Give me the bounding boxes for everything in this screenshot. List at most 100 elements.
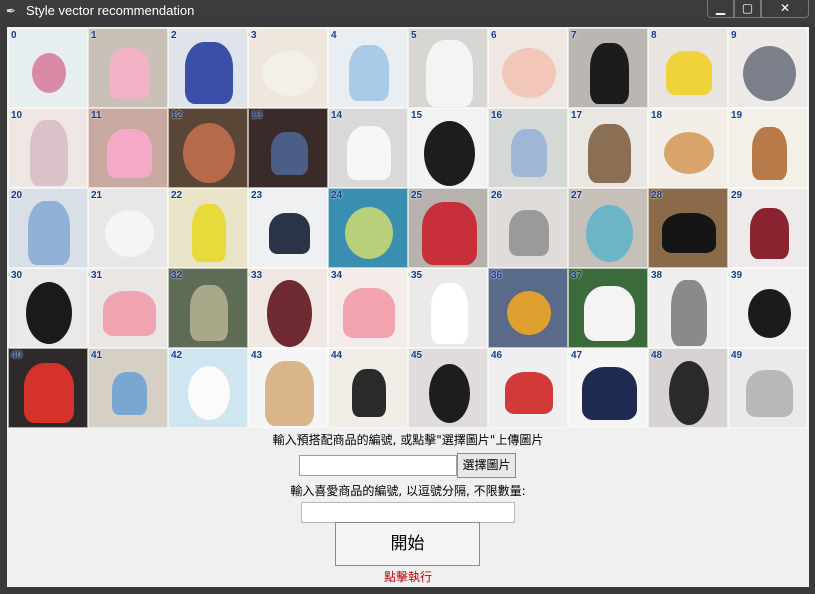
product-number: 28 — [651, 190, 663, 201]
product-tile: 45 — [408, 348, 488, 428]
product-tile: 35 — [408, 268, 488, 348]
product-number: 31 — [91, 270, 103, 281]
product-tile: 40 — [8, 348, 88, 428]
product-number: 26 — [491, 190, 503, 201]
product-image — [666, 51, 712, 95]
product-image — [509, 210, 549, 256]
product-grid: 0 1 2 3 4 5 6 7 8 9 10 11 12 13 14 15 16 17 18 19 20 21 22 23 24… — [8, 28, 808, 428]
product-tile: 1 — [88, 28, 168, 108]
product-image — [585, 204, 633, 262]
product-image — [266, 279, 312, 347]
product-number: 38 — [651, 270, 663, 281]
product-number: 40 — [11, 350, 23, 361]
product-image — [185, 42, 233, 104]
product-tile: 32 — [168, 268, 248, 348]
feather-icon: ✒ — [6, 4, 17, 18]
product-image — [671, 280, 707, 346]
product-image — [192, 204, 226, 262]
close-button[interactable]: ✕ — [761, 0, 809, 18]
product-tile: 34 — [328, 268, 408, 348]
product-number: 34 — [331, 270, 343, 281]
product-tile: 30 — [8, 268, 88, 348]
product-tile: 44 — [328, 348, 408, 428]
title-bar[interactable]: ✒ Style vector recommendation ▁ ▢ ✕ — [0, 0, 815, 22]
product-image — [751, 126, 787, 180]
product-image — [507, 291, 551, 335]
product-tile: 8 — [648, 28, 728, 108]
product-number: 27 — [571, 190, 583, 201]
product-number: 9 — [731, 30, 737, 41]
product-number: 16 — [491, 110, 503, 121]
product-tile: 29 — [728, 188, 808, 268]
product-image — [425, 39, 473, 107]
product-number: 4 — [331, 30, 337, 41]
product-image — [24, 363, 74, 423]
product-tile: 49 — [728, 348, 808, 428]
minimize-button[interactable]: ▁ — [707, 0, 734, 18]
product-tile: 26 — [488, 188, 568, 268]
product-tile: 22 — [168, 188, 248, 268]
product-number: 10 — [11, 110, 23, 121]
product-number: 5 — [411, 30, 417, 41]
product-tile: 21 — [88, 188, 168, 268]
product-tile: 9 — [728, 28, 808, 108]
product-image — [347, 126, 391, 180]
product-number: 32 — [171, 270, 183, 281]
product-image — [188, 366, 230, 420]
product-image — [104, 209, 154, 257]
product-number: 25 — [411, 190, 423, 201]
product-image — [742, 45, 796, 101]
product-image — [428, 363, 470, 423]
product-image — [421, 201, 477, 265]
product-tile: 46 — [488, 348, 568, 428]
product-tile: 41 — [88, 348, 168, 428]
product-image — [430, 282, 468, 344]
product-number: 37 — [571, 270, 583, 281]
product-tile: 14 — [328, 108, 408, 188]
product-number: 2 — [171, 30, 177, 41]
product-image — [581, 366, 637, 420]
product-image — [102, 290, 156, 336]
product-number-input[interactable] — [299, 455, 457, 476]
maximize-button[interactable]: ▢ — [734, 0, 761, 18]
product-image — [747, 288, 791, 338]
product-number: 30 — [11, 270, 23, 281]
product-tile: 3 — [248, 28, 328, 108]
product-image — [662, 213, 716, 253]
product-number: 42 — [171, 350, 183, 361]
product-tile: 15 — [408, 108, 488, 188]
product-number: 13 — [251, 110, 263, 121]
product-tile: 10 — [8, 108, 88, 188]
product-image — [270, 131, 308, 175]
product-number: 0 — [11, 30, 17, 41]
choose-image-button[interactable]: 選擇圖片 — [457, 453, 516, 478]
product-number: 33 — [251, 270, 263, 281]
product-image — [589, 42, 629, 104]
product-tile: 47 — [568, 348, 648, 428]
product-image — [30, 120, 68, 186]
product-number: 41 — [91, 350, 103, 361]
product-image — [502, 48, 556, 98]
product-image — [583, 285, 635, 341]
product-image — [111, 371, 147, 415]
product-image — [261, 50, 317, 96]
product-tile: 36 — [488, 268, 568, 348]
product-tile: 2 — [168, 28, 248, 108]
product-image — [32, 53, 66, 93]
product-tile: 33 — [248, 268, 328, 348]
product-tile: 48 — [648, 348, 728, 428]
product-image — [423, 120, 475, 186]
product-tile: 43 — [248, 348, 328, 428]
product-number: 39 — [731, 270, 743, 281]
start-button[interactable]: 開始 — [335, 522, 480, 566]
product-image — [183, 123, 235, 183]
product-tile: 19 — [728, 108, 808, 188]
product-tile: 24 — [328, 188, 408, 268]
product-tile: 37 — [568, 268, 648, 348]
product-tile: 20 — [8, 188, 88, 268]
product-image — [749, 207, 789, 259]
product-tile: 0 — [8, 28, 88, 108]
product-number: 23 — [251, 190, 263, 201]
product-number: 3 — [251, 30, 257, 41]
favorites-input[interactable] — [301, 502, 515, 523]
